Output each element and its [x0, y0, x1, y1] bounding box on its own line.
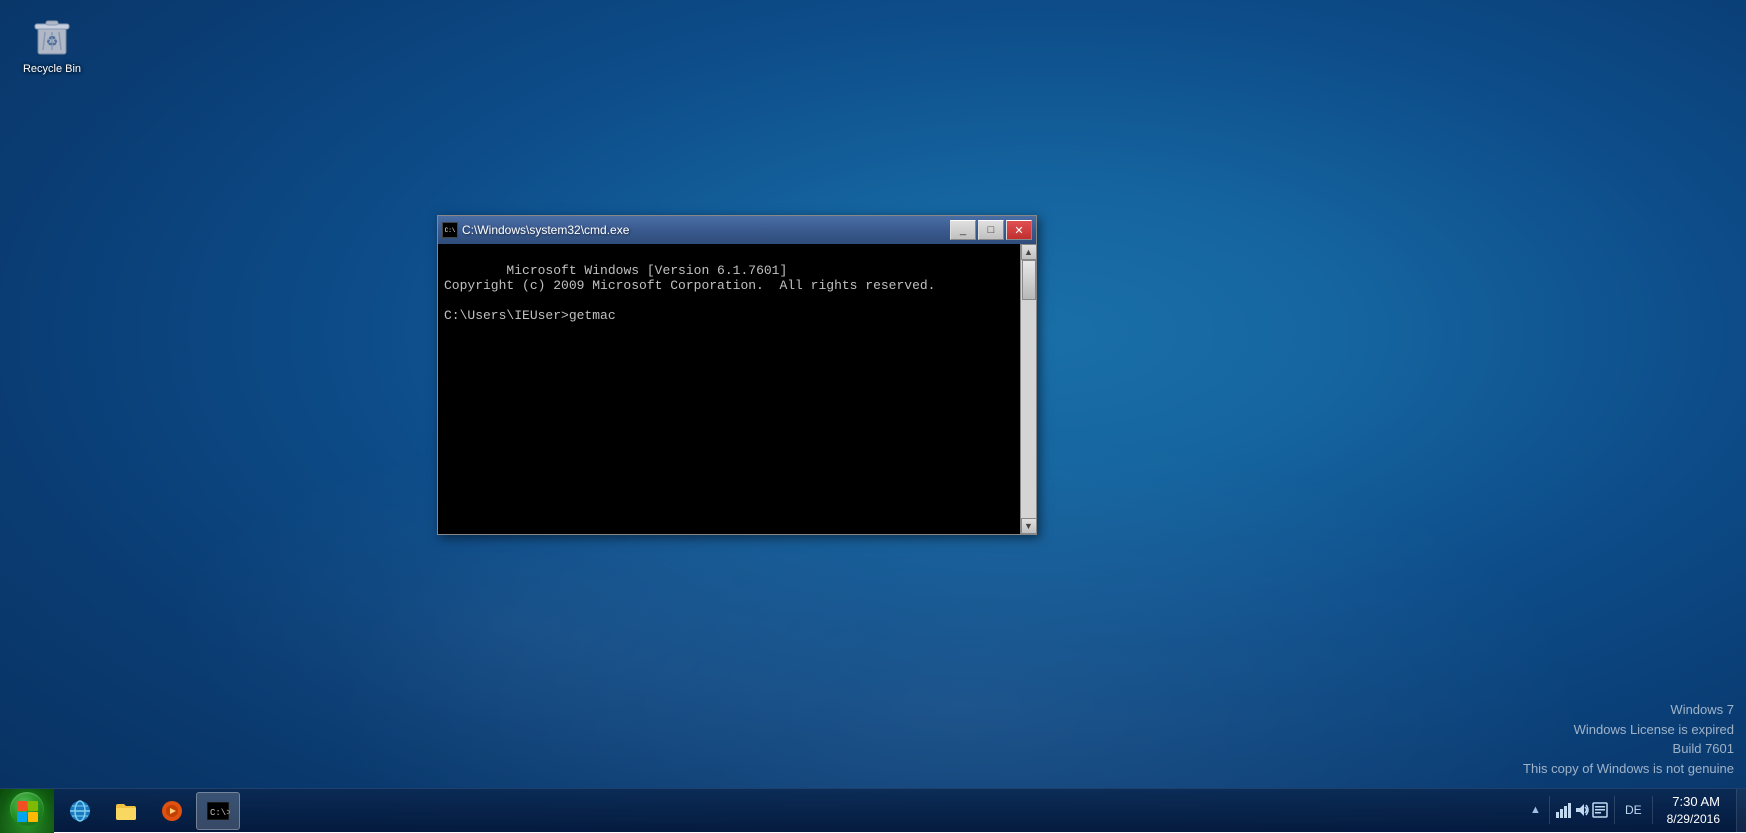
cmd-titlebar[interactable]: C:\Windows\system32\cmd.exe _ □ ✕	[438, 216, 1036, 244]
maximize-button[interactable]: □	[978, 220, 1004, 240]
desktop: ♻ Recycle Bin C:\Windows\system32\cmd.ex…	[0, 0, 1746, 832]
taskbar: C:\>_ ▲	[0, 788, 1746, 832]
activation-line3: Build 7601	[1523, 739, 1734, 759]
tray-separator	[1549, 796, 1550, 824]
taskbar-cmd-button[interactable]: C:\>_	[196, 792, 240, 830]
system-tray: ▲	[1520, 793, 1736, 828]
ie-icon	[68, 799, 92, 823]
volume-tray-icon[interactable]	[1574, 802, 1590, 818]
cmd-terminal[interactable]: Microsoft Windows [Version 6.1.7601] Cop…	[438, 244, 1020, 534]
recycle-bin-icon[interactable]: ♻ Recycle Bin	[12, 10, 92, 76]
cmd-line2: Copyright (c) 2009 Microsoft Corporation…	[444, 278, 935, 293]
svg-text:♻: ♻	[46, 33, 59, 49]
scroll-track[interactable]	[1021, 260, 1036, 518]
folder-icon	[114, 799, 138, 823]
activation-line1: Windows 7	[1523, 700, 1734, 720]
cmd-icon: C:\>_	[206, 799, 230, 823]
scroll-down-button[interactable]: ▼	[1021, 518, 1037, 534]
tray-separator-3	[1652, 796, 1653, 824]
clock-time: 7:30 AM	[1667, 793, 1720, 811]
scroll-up-button[interactable]: ▲	[1021, 244, 1037, 260]
show-desktop-button[interactable]	[1736, 789, 1746, 833]
cmd-controls: _ □ ✕	[950, 220, 1032, 240]
action-center-icon[interactable]	[1592, 802, 1608, 818]
start-logo	[15, 799, 39, 823]
cmd-title-icon	[442, 222, 458, 238]
scroll-thumb[interactable]	[1022, 260, 1036, 300]
svg-text:C:\>_: C:\>_	[210, 808, 230, 818]
mediaplayer-icon	[160, 799, 184, 823]
tray-expand-button[interactable]: ▲	[1528, 804, 1543, 816]
cmd-title-text: C:\Windows\system32\cmd.exe	[462, 223, 946, 237]
clock-area[interactable]: 7:30 AM 8/29/2016	[1659, 793, 1728, 828]
activation-line2: Windows License is expired	[1523, 720, 1734, 740]
taskbar-ie-button[interactable]	[58, 792, 102, 830]
keyboard-layout-label[interactable]: DE	[1621, 803, 1646, 817]
taskbar-folder-button[interactable]	[104, 792, 148, 830]
tray-separator-2	[1614, 796, 1615, 824]
clock-date: 8/29/2016	[1667, 811, 1720, 828]
recycle-bin-label: Recycle Bin	[23, 62, 81, 76]
cmd-window: C:\Windows\system32\cmd.exe _ □ ✕ Micros…	[437, 215, 1037, 535]
minimize-button[interactable]: _	[950, 220, 976, 240]
cmd-prompt: C:\Users\IEUser>getmac	[444, 308, 616, 323]
close-button[interactable]: ✕	[1006, 220, 1032, 240]
cmd-line1: Microsoft Windows [Version 6.1.7601]	[506, 263, 787, 278]
cmd-scrollbar: ▲ ▼	[1020, 244, 1036, 534]
activation-line4: This copy of Windows is not genuine	[1523, 759, 1734, 779]
taskbar-mediaplayer-button[interactable]	[150, 792, 194, 830]
cmd-content-area: Microsoft Windows [Version 6.1.7601] Cop…	[438, 244, 1036, 534]
network-tray-icon[interactable]	[1556, 802, 1572, 818]
start-button[interactable]	[0, 789, 54, 833]
recycle-bin-graphic: ♻	[28, 10, 76, 58]
taskbar-items: C:\>_	[54, 789, 244, 832]
tray-icons	[1556, 802, 1608, 818]
activation-notice: Windows 7 Windows License is expired Bui…	[1511, 696, 1746, 782]
